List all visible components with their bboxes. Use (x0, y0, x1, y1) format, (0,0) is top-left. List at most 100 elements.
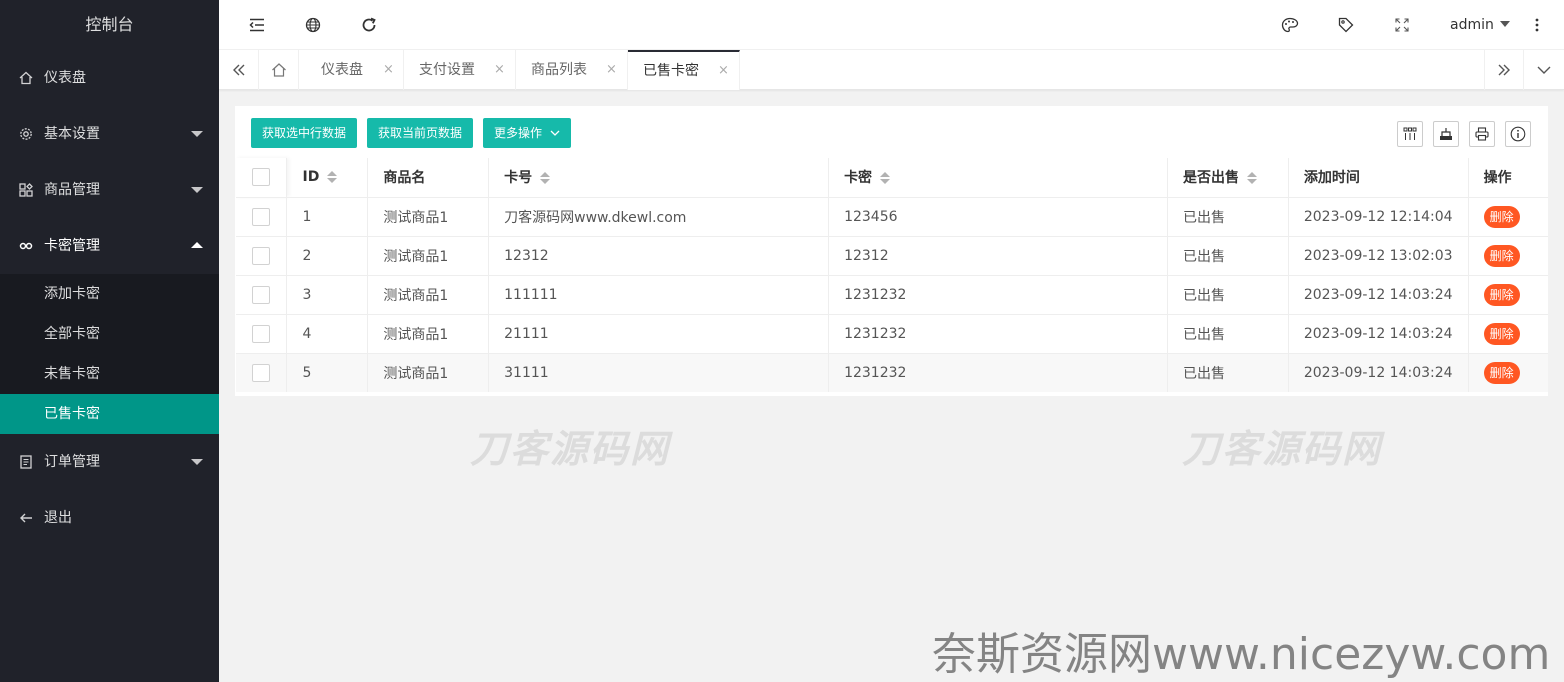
sidebar-subitem-all-cards[interactable]: 全部卡密 (0, 314, 219, 354)
chevron-down-icon (550, 130, 560, 136)
refresh-icon[interactable] (349, 0, 389, 50)
sidebar-item-order-management[interactable]: 订单管理 (0, 434, 219, 490)
watermark-brand: 刀客源码网 (470, 427, 671, 471)
cell-product-name: 测试商品1 (367, 197, 490, 237)
cell-product-name: 测试商品1 (367, 275, 490, 315)
columns-filter-icon[interactable] (1397, 121, 1423, 147)
get-checked-rows-button[interactable]: 获取选中行数据 (251, 118, 358, 148)
delete-button[interactable]: 删除 (1483, 205, 1520, 228)
sort-icon[interactable] (327, 171, 338, 184)
row-checkbox[interactable] (252, 246, 270, 265)
cell-actions: 删除 (1468, 275, 1548, 315)
tabs-dropdown-icon[interactable] (1524, 50, 1564, 90)
tabs-scroll-left-icon[interactable] (219, 50, 259, 90)
tab-sold-cards[interactable]: 已售卡密 × (628, 50, 740, 90)
sidebar-item-product-management[interactable]: 商品管理 (0, 162, 219, 218)
cell-card-secret: 1231232 (828, 275, 1168, 315)
row-checkbox[interactable] (252, 207, 270, 226)
top-header: admin (219, 0, 1564, 50)
cell-product-name: 测试商品1 (367, 314, 490, 354)
tab-home-icon[interactable] (259, 50, 299, 90)
close-icon[interactable]: × (718, 52, 729, 90)
cell-sold-status: 已出售 (1167, 197, 1289, 237)
cell-added-time: 2023-09-12 12:14:04 (1288, 197, 1469, 237)
sidebar-item-label: 商品管理 (44, 182, 100, 198)
tab-dashboard[interactable]: 仪表盘 × (306, 50, 404, 90)
sidebar-subitem-unsold-cards[interactable]: 未售卡密 (0, 354, 219, 394)
more-vertical-icon[interactable] (1517, 0, 1557, 50)
fullscreen-icon[interactable] (1382, 0, 1422, 50)
tabs-scroll-right-icon[interactable] (1484, 50, 1524, 90)
col-card-number[interactable]: 卡号 (488, 158, 830, 198)
table-row: 4 测试商品1 21111 1231232 已出售 2023-09-12 14:… (236, 314, 1548, 354)
more-actions-button[interactable]: 更多操作 (483, 118, 571, 148)
col-added-time: 添加时间 (1288, 158, 1469, 198)
cell-id: 4 (286, 314, 369, 354)
print-icon[interactable] (1469, 121, 1495, 147)
cell-added-time: 2023-09-12 14:03:24 (1288, 353, 1469, 392)
table-row: 2 测试商品1 12312 12312 已出售 2023-09-12 13:02… (236, 236, 1548, 276)
close-icon[interactable]: × (494, 50, 505, 90)
cell-card-number: 12312 (488, 236, 830, 276)
sort-icon[interactable] (540, 172, 551, 185)
apps-icon (18, 162, 34, 218)
delete-button[interactable]: 删除 (1483, 244, 1520, 267)
sidebar-item-dashboard[interactable]: 仪表盘 (0, 50, 219, 106)
sidebar-item-card-management[interactable]: 卡密管理 (0, 218, 219, 274)
sidebar-item-basic-settings[interactable]: 基本设置 (0, 106, 219, 162)
sidebar-item-label: 退出 (44, 510, 72, 526)
sidebar-item-logout[interactable]: 退出 (0, 490, 219, 546)
col-sold-status[interactable]: 是否出售 (1167, 158, 1289, 198)
close-icon[interactable]: × (383, 50, 394, 90)
cell-card-secret: 12312 (828, 236, 1168, 276)
row-select-cell (236, 353, 288, 392)
order-icon (18, 434, 34, 490)
menu-fold-icon[interactable] (237, 0, 277, 50)
tab-product-list[interactable]: 商品列表 × (516, 50, 628, 90)
tab-label: 支付设置 (419, 62, 475, 78)
delete-button[interactable]: 删除 (1483, 283, 1520, 306)
sort-icon[interactable] (1247, 172, 1257, 185)
select-all-cell (236, 158, 288, 198)
sidebar-subitem-sold-cards[interactable]: 已售卡密 (0, 394, 219, 434)
table-row: 1 测试商品1 刀客源码网www.dkewl.com 123456 已出售 20… (236, 197, 1548, 237)
info-icon[interactable] (1505, 121, 1531, 147)
row-checkbox[interactable] (252, 285, 270, 304)
user-menu[interactable]: admin (1450, 0, 1510, 50)
get-page-data-button[interactable]: 获取当前页数据 (367, 118, 474, 148)
sort-icon[interactable] (880, 172, 891, 185)
tag-icon[interactable] (1326, 0, 1366, 50)
cell-sold-status: 已出售 (1167, 236, 1289, 276)
sidebar-subitem-add-card[interactable]: 添加卡密 (0, 274, 219, 314)
table-row: 3 测试商品1 111111 1231232 已出售 2023-09-12 14… (236, 275, 1548, 315)
delete-button[interactable]: 删除 (1483, 361, 1520, 384)
cell-actions: 删除 (1468, 353, 1548, 392)
sidebar-item-label: 订单管理 (44, 454, 100, 470)
row-select-cell (236, 197, 288, 237)
cell-product-name: 测试商品1 (367, 236, 490, 276)
export-icon[interactable] (1433, 121, 1459, 147)
globe-icon[interactable] (293, 0, 333, 50)
arrow-left-icon (18, 490, 34, 546)
row-checkbox[interactable] (252, 363, 270, 382)
watermark-site: 奈斯资源网www.nicezyw.com (932, 629, 1551, 680)
cell-sold-status: 已出售 (1167, 275, 1289, 315)
select-all-checkbox[interactable] (252, 168, 270, 187)
card-submenu: 添加卡密 全部卡密 未售卡密 已售卡密 (0, 274, 219, 434)
sidebar: 控制台 仪表盘 基本设置 商品管理 卡密管理 添加卡密 全部卡密 未售卡密 已售… (0, 0, 219, 682)
col-id[interactable]: ID (286, 158, 369, 198)
sidebar-item-label: 卡密管理 (44, 238, 100, 254)
delete-button[interactable]: 删除 (1483, 322, 1520, 345)
cell-id: 3 (286, 275, 369, 315)
cell-card-secret: 1231232 (828, 314, 1168, 354)
row-select-cell (236, 236, 288, 276)
sold-cards-table: ID 商品名 卡号 卡密 是否出售 添加时间 操作 1 测试商品1 刀客源码网w… (236, 158, 1548, 392)
row-checkbox[interactable] (252, 324, 270, 343)
table-row: 5 测试商品1 31111 1231232 已出售 2023-09-12 14:… (236, 353, 1548, 392)
tab-payment-settings[interactable]: 支付设置 × (404, 50, 516, 90)
tabs-bar: 仪表盘 × 支付设置 × 商品列表 × 已售卡密 × (219, 50, 1564, 90)
col-card-secret[interactable]: 卡密 (828, 158, 1168, 198)
close-icon[interactable]: × (606, 50, 617, 90)
username: admin (1450, 17, 1494, 33)
palette-icon[interactable] (1270, 0, 1310, 50)
